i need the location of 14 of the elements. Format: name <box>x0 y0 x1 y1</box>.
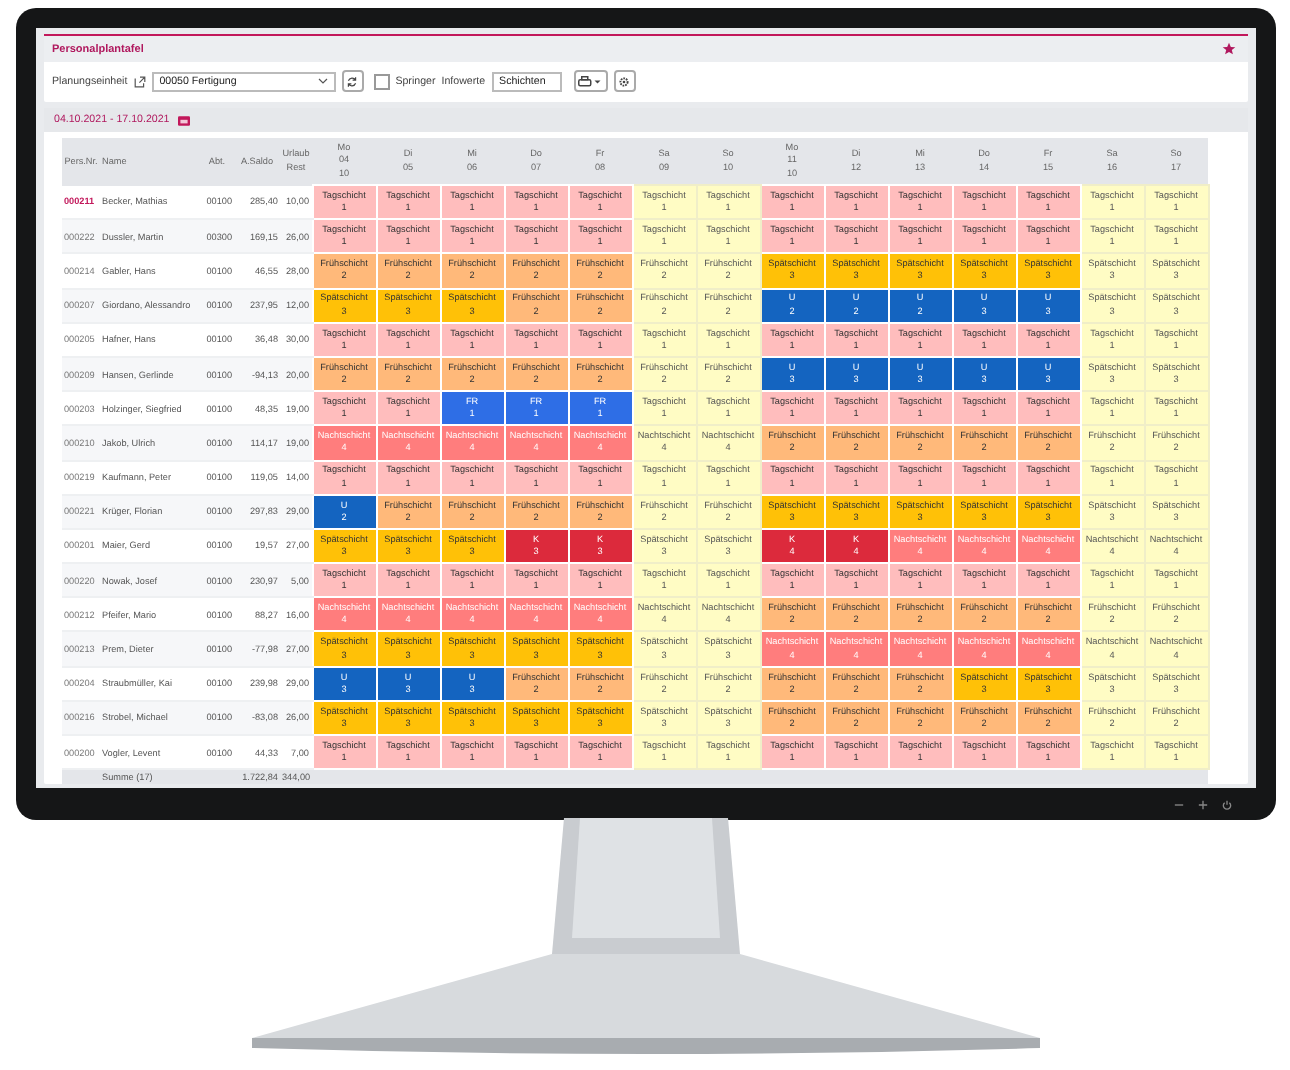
settings-button[interactable] <box>613 70 636 92</box>
gear-icon <box>618 75 631 87</box>
caret-icon <box>317 78 328 84</box>
springer-checkbox[interactable] <box>373 73 390 89</box>
minus-icon[interactable] <box>1174 799 1184 809</box>
plus-icon[interactable] <box>1198 799 1208 809</box>
printer-icon <box>578 75 603 87</box>
refresh-button[interactable] <box>341 70 364 92</box>
print-button[interactable] <box>573 70 608 92</box>
star-icon[interactable] <box>1222 42 1236 56</box>
calendar-icon[interactable] <box>177 115 190 125</box>
power-icon[interactable] <box>1222 799 1232 809</box>
refresh-icon <box>346 75 359 87</box>
external-link-icon[interactable] <box>133 75 146 87</box>
